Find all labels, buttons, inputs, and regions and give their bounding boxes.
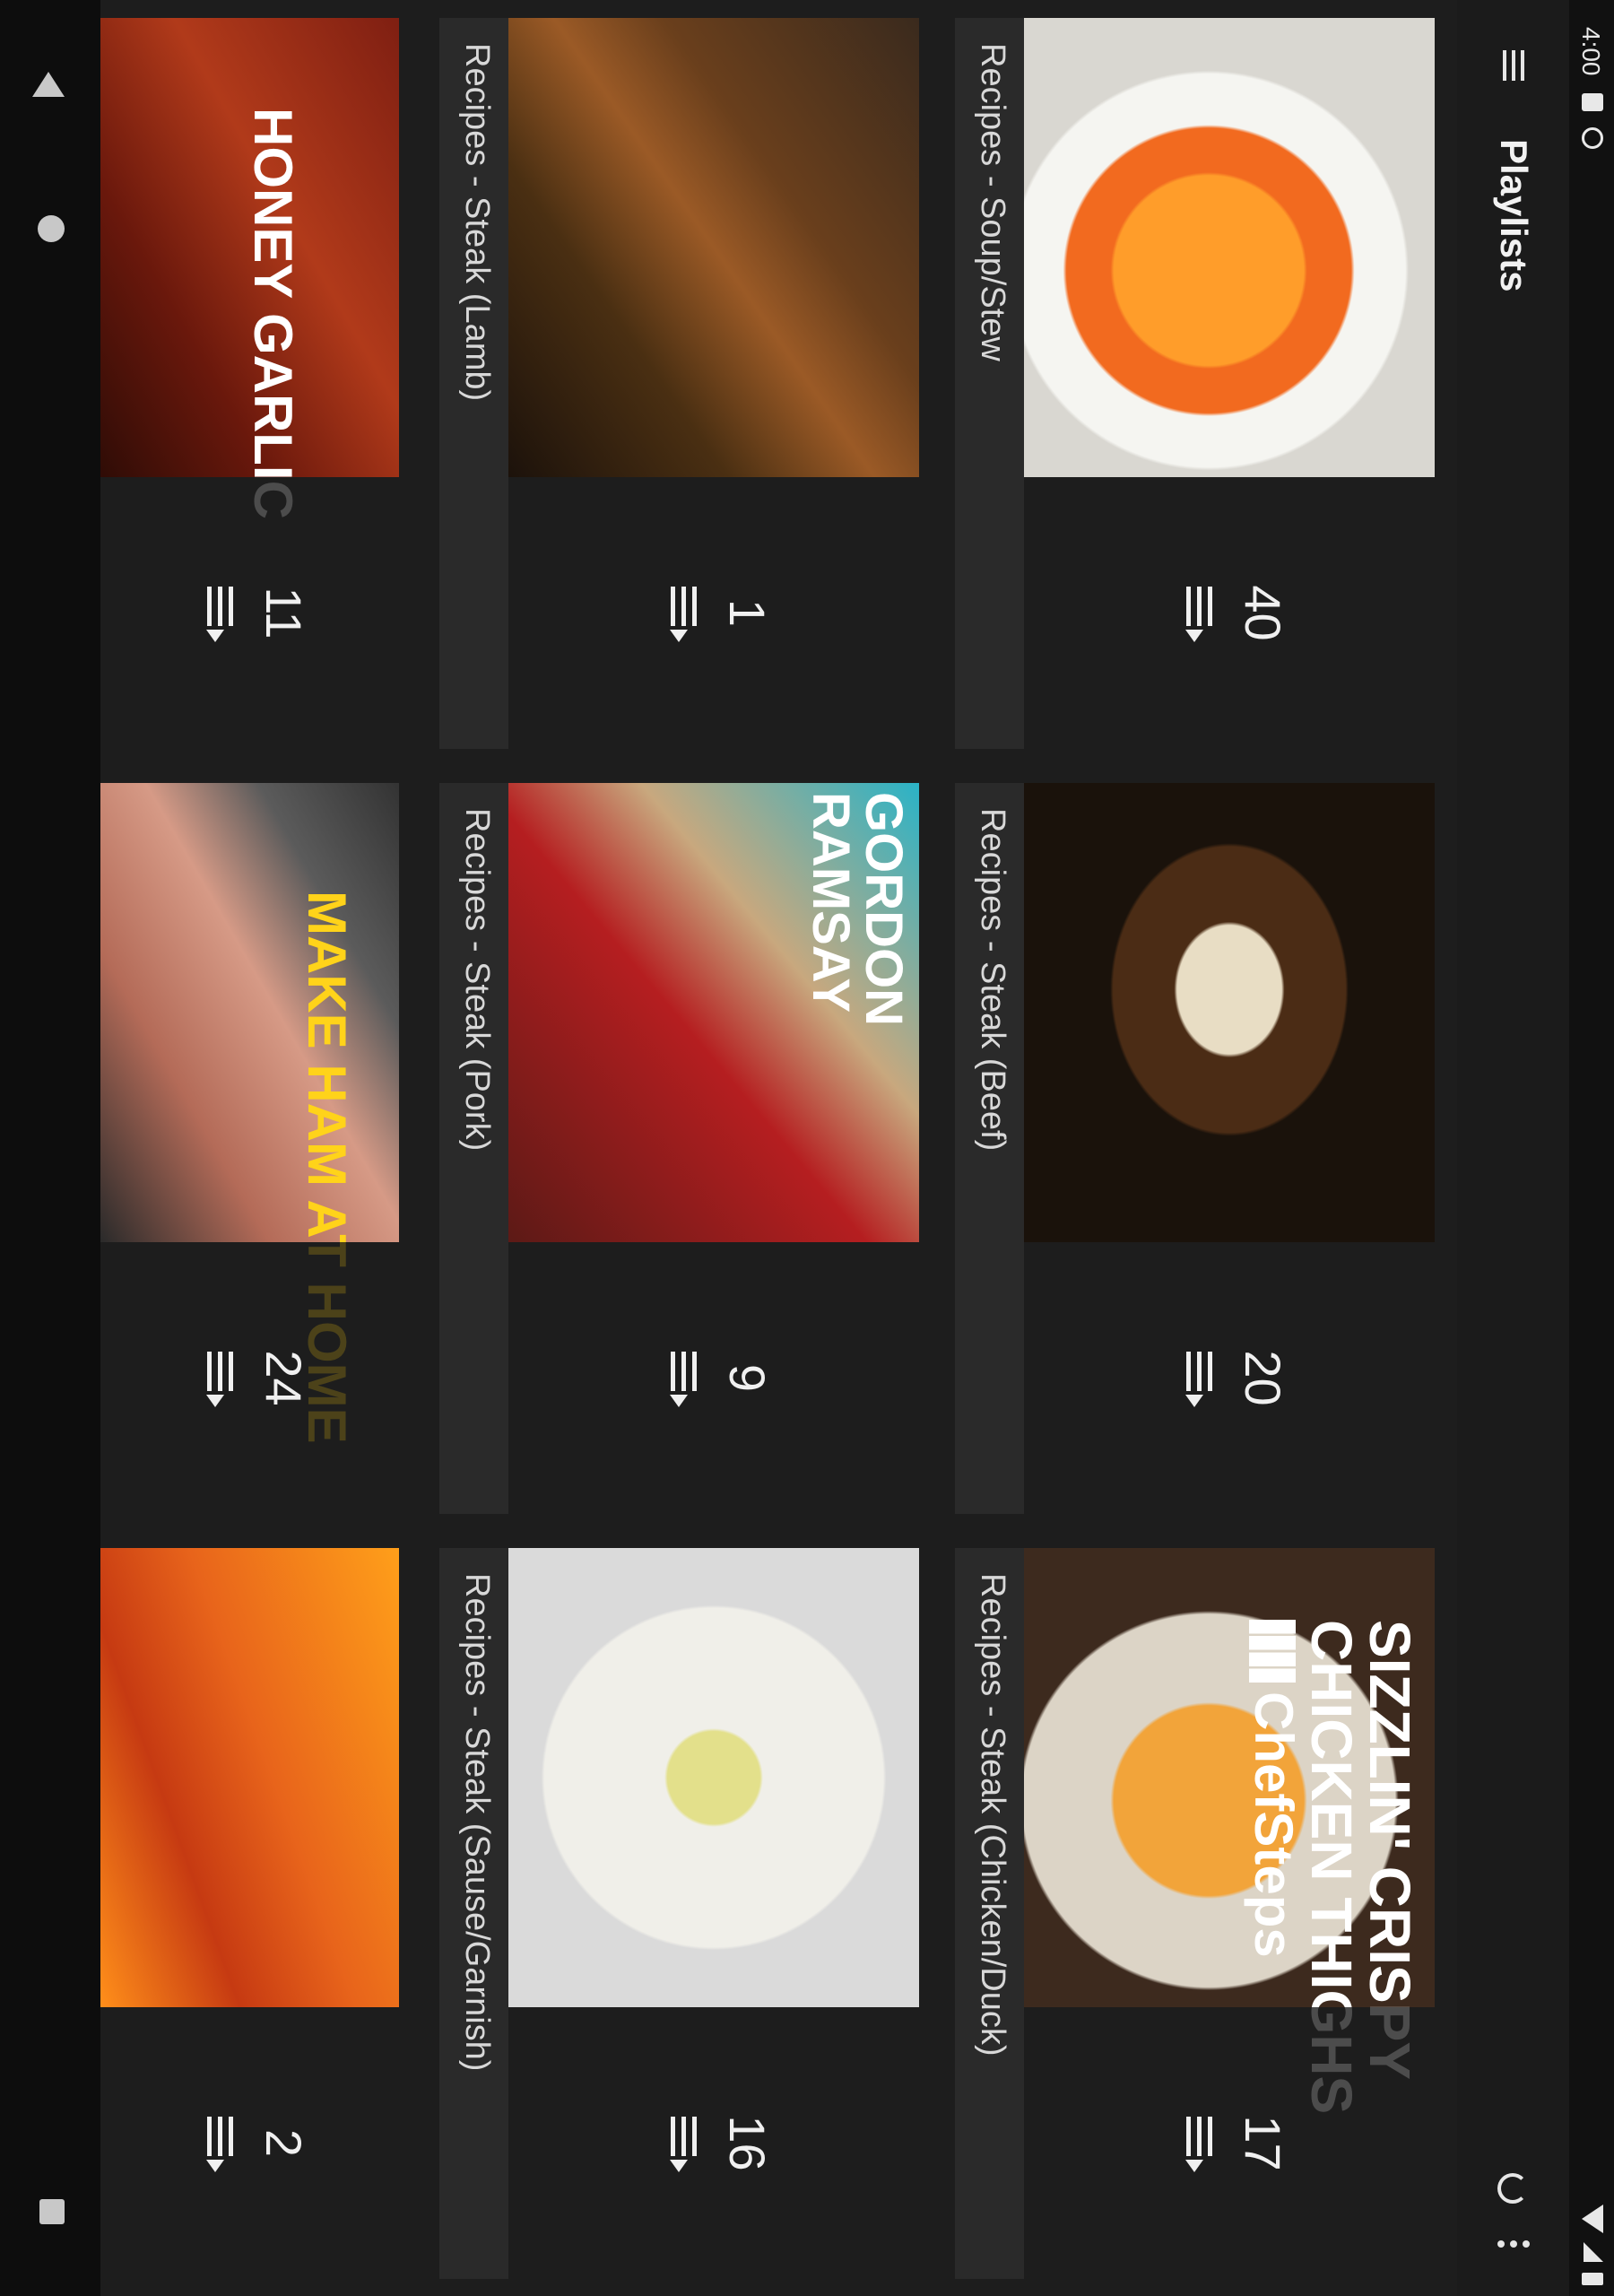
chefsteps-logo-icon (1249, 1620, 1296, 1683)
playlist-thumbnail: GORDON RAMSAY 9 (508, 783, 919, 1514)
playlist-play-icon (1167, 586, 1219, 642)
playlist-count-overlay: 1 (508, 477, 919, 749)
signal-icon (1584, 2242, 1603, 2262)
playlist-card[interactable]: 40 Recipes - Soup/Stew (955, 18, 1435, 749)
playlist-title: Recipes - Steak (Lamb) (458, 43, 496, 402)
playlist-card[interactable]: 16 Recipes - Steak (Sause/Garnish) (439, 1548, 919, 2279)
status-time: 4:00 (1577, 27, 1605, 76)
app-root: 4:00 Playlists 40 Recipes - Soup/Stew 20… (0, 0, 1614, 2296)
sd-card-icon (1582, 93, 1603, 111)
page-title: Playlists (1493, 139, 1535, 292)
playlist-play-icon (187, 586, 239, 642)
playlist-title: Recipes - Steak (Chicken/Duck) (974, 1573, 1011, 2057)
video-count: 17 (1235, 2115, 1292, 2171)
playlist-count-overlay: 16 (508, 2007, 919, 2279)
playlist-card[interactable]: MAKE HAM AT HOME 24 (100, 783, 399, 1514)
playlist-count-overlay: 24 (100, 1242, 399, 1514)
status-bar: 4:00 (1569, 0, 1614, 2296)
playlist-thumbnail: SIZZLIN' CRISPY CHICKEN THIGHS ChefSteps… (1024, 1548, 1435, 2279)
playlist-count-overlay: 2 (100, 2007, 399, 2279)
thumbnail-headline: GORDON RAMSAY (802, 792, 913, 1026)
sync-icon (1582, 127, 1603, 149)
playlist-title: Recipes - Soup/Stew (974, 43, 1011, 361)
app-bar: Playlists (1457, 0, 1569, 2296)
refresh-icon[interactable] (1490, 2166, 1535, 2211)
thumbnail-image (1024, 18, 1435, 477)
system-nav-bar (0, 0, 100, 2296)
battery-icon (1582, 2273, 1603, 2285)
playlist-play-icon (187, 1351, 239, 1407)
back-triangle-icon[interactable] (32, 72, 65, 97)
playlist-play-icon (651, 2116, 703, 2172)
playlist-play-icon (1167, 1351, 1219, 1407)
playlist-thumbnail: 20 (1024, 783, 1435, 1514)
thumbnail-image (508, 1548, 919, 2007)
playlist-count-overlay: 11 (100, 477, 399, 749)
playlist-count-overlay: 40 (1024, 477, 1435, 749)
wifi-icon (1582, 2205, 1603, 2233)
playlist-count-overlay: 9 (508, 1242, 919, 1514)
video-count: 20 (1235, 1350, 1292, 1406)
thumbnail-image (1024, 783, 1435, 1242)
playlist-card[interactable]: 2 (100, 1548, 399, 2279)
video-count: 9 (719, 1363, 777, 1393)
playlist-thumbnail: 40 (1024, 18, 1435, 749)
hamburger-menu-icon[interactable] (1485, 36, 1542, 93)
playlist-title: Recipes - Steak (Sause/Garnish) (458, 1573, 496, 2072)
playlist-card[interactable]: GORDON RAMSAY 9 Recipes - Steak (Pork) (439, 783, 919, 1514)
playlist-play-icon (651, 1351, 703, 1407)
playlist-title: Recipes - Steak (Beef) (974, 808, 1011, 1152)
playlist-card[interactable]: 20 Recipes - Steak (Beef) (955, 783, 1435, 1514)
playlist-thumbnail: MAKE HAM AT HOME 24 (100, 783, 399, 1514)
video-count: 2 (256, 2128, 312, 2158)
video-count: 11 (256, 587, 312, 639)
thumbnail-brand: ChefSteps (1244, 1692, 1304, 1958)
playlist-thumbnail: HONEY GARLIC 11 (100, 18, 399, 749)
playlist-play-icon (651, 586, 703, 642)
playlist-title: Recipes - Steak (Pork) (458, 808, 496, 1152)
video-count: 1 (719, 598, 777, 628)
video-count: 40 (1235, 585, 1292, 641)
playlist-count-overlay: 17 (1024, 2007, 1435, 2279)
playlist-thumbnail: 2 (100, 1548, 399, 2279)
playlist-play-icon (187, 2116, 239, 2172)
recent-square-icon[interactable] (39, 2199, 65, 2224)
more-vert-icon[interactable] (1490, 2235, 1535, 2271)
home-circle-icon[interactable] (38, 215, 65, 242)
playlist-card[interactable]: SIZZLIN' CRISPY CHICKEN THIGHS ChefSteps… (955, 1548, 1435, 2279)
playlist-card[interactable]: HONEY GARLIC 11 (100, 18, 399, 749)
playlist-thumbnail: 1 (508, 18, 919, 749)
playlist-card[interactable]: 1 Recipes - Steak (Lamb) (439, 18, 919, 749)
video-count: 24 (256, 1350, 312, 1406)
playlist-thumbnail: 16 (508, 1548, 919, 2279)
playlist-play-icon (1167, 2116, 1219, 2172)
playlist-count-overlay: 20 (1024, 1242, 1435, 1514)
thumbnail-image (508, 18, 919, 477)
video-count: 16 (719, 2115, 777, 2171)
thumbnail-image (100, 1548, 399, 2007)
